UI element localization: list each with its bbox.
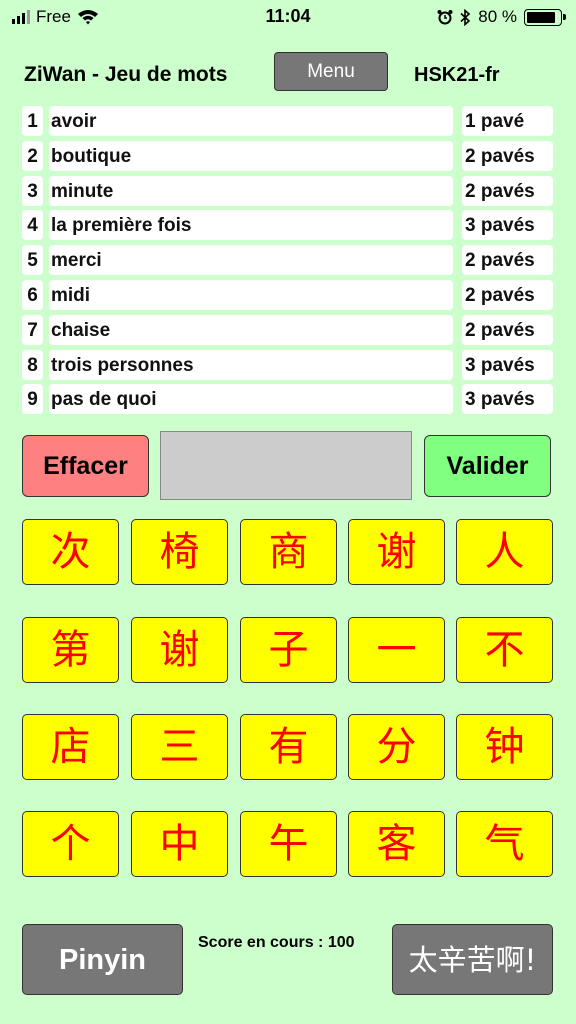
app-title: ZiWan - Jeu de mots — [24, 63, 228, 86]
tile-count: 2 pavés — [462, 279, 553, 310]
character-tile[interactable]: 商 — [240, 519, 337, 585]
tile-count: 2 pavés — [462, 140, 553, 171]
character-tile[interactable]: 谢 — [131, 617, 228, 683]
word-number: 8 — [22, 349, 43, 380]
word-number: 9 — [22, 384, 43, 415]
word-text: trois personnes — [49, 349, 453, 380]
tile-count: 1 pavé — [462, 106, 553, 136]
word-text: minute — [49, 175, 453, 206]
word-row: 2 boutique 2 pavés — [22, 140, 554, 175]
word-number: 2 — [22, 140, 43, 171]
pinyin-button[interactable]: Pinyin — [22, 924, 183, 995]
battery-percent: 80 % — [478, 7, 517, 26]
character-tile[interactable]: 第 — [22, 617, 119, 683]
word-row: 7 chaise 2 pavés — [22, 314, 554, 349]
character-tile[interactable]: 气 — [456, 811, 553, 877]
word-number: 7 — [22, 314, 43, 345]
word-row: 3 minute 2 pavés — [22, 175, 554, 210]
tile-count: 2 pavés — [462, 175, 553, 206]
word-list: 1 avoir 1 pavé 2 boutique 2 pavés 3 minu… — [22, 105, 554, 418]
character-tile[interactable]: 三 — [131, 714, 228, 780]
tile-count: 3 pavés — [462, 349, 553, 380]
word-text: la première fois — [49, 210, 453, 241]
word-text: avoir — [49, 106, 453, 136]
character-tile[interactable]: 午 — [240, 811, 337, 877]
tile-count: 3 pavés — [462, 210, 553, 241]
status-bar: Free 11:04 80 % — [0, 0, 576, 34]
character-tile[interactable]: 一 — [348, 617, 445, 683]
word-row: 6 midi 2 pavés — [22, 279, 554, 314]
character-tile[interactable]: 次 — [22, 519, 119, 585]
tile-count: 2 pavés — [462, 314, 553, 345]
character-tile[interactable]: 子 — [240, 617, 337, 683]
character-tile[interactable]: 个 — [22, 811, 119, 877]
tile-count: 3 pavés — [462, 384, 553, 415]
character-tile[interactable]: 分 — [348, 714, 445, 780]
clear-button[interactable]: Effacer — [22, 435, 149, 497]
word-number: 4 — [22, 210, 43, 241]
word-number: 1 — [22, 106, 43, 136]
status-right: 80 % — [437, 7, 566, 27]
menu-button[interactable]: Menu — [274, 52, 388, 91]
validate-button[interactable]: Valider — [424, 435, 551, 497]
answer-field[interactable] — [160, 431, 412, 500]
word-text: pas de quoi — [49, 384, 453, 415]
word-row: 5 merci 2 pavés — [22, 244, 554, 279]
word-row: 8 trois personnes 3 pavés — [22, 349, 554, 384]
word-row: 9 pas de quoi 3 pavés — [22, 383, 554, 418]
word-text: chaise — [49, 314, 453, 345]
character-tile[interactable]: 谢 — [348, 519, 445, 585]
give-up-button[interactable]: 太辛苦啊! — [392, 924, 553, 995]
word-number: 3 — [22, 175, 43, 206]
word-text: midi — [49, 279, 453, 310]
word-text: boutique — [49, 140, 453, 171]
character-tile[interactable]: 客 — [348, 811, 445, 877]
character-tile[interactable]: 不 — [456, 617, 553, 683]
word-number: 5 — [22, 245, 43, 276]
word-row: 4 la première fois 3 pavés — [22, 209, 554, 244]
level-label: HSK21-fr — [414, 64, 500, 86]
character-tile[interactable]: 店 — [22, 714, 119, 780]
score-label: Score en cours : 100 — [198, 934, 355, 951]
character-tile[interactable]: 椅 — [131, 519, 228, 585]
word-text: merci — [49, 245, 453, 276]
word-row: 1 avoir 1 pavé — [22, 105, 554, 140]
tile-count: 2 pavés — [462, 245, 553, 276]
alarm-icon — [437, 10, 453, 25]
bluetooth-icon — [460, 8, 471, 26]
character-tile[interactable]: 有 — [240, 714, 337, 780]
character-tile[interactable]: 人 — [456, 519, 553, 585]
word-number: 6 — [22, 279, 43, 310]
battery-icon — [524, 8, 566, 26]
character-tile[interactable]: 钟 — [456, 714, 553, 780]
character-tile[interactable]: 中 — [131, 811, 228, 877]
